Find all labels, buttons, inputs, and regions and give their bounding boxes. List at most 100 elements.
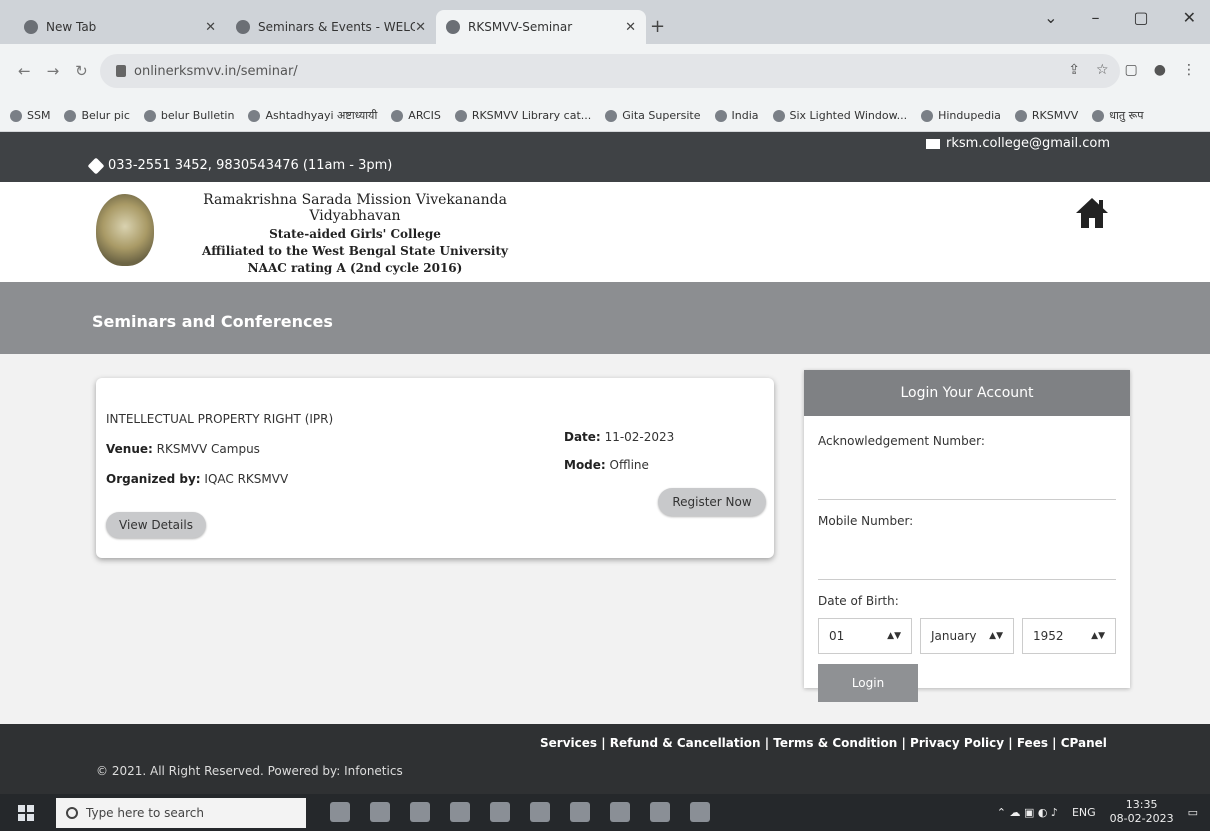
updown-caret-icon: ▲▼ — [1091, 631, 1105, 641]
main-content: INTELLECTUAL PROPERTY RIGHT (IPR) Venue:… — [0, 354, 1210, 724]
menu-kebab-icon[interactable]: ⋮ — [1182, 62, 1196, 78]
back-arrow-icon[interactable]: ← — [18, 62, 31, 80]
bookmark-favicon-icon — [454, 109, 467, 122]
college-type: State-aided Girls' College — [269, 227, 441, 241]
tab-search-chevron-icon[interactable]: ⌄ — [1044, 8, 1057, 27]
taskbar-app-icon[interactable] — [570, 802, 590, 822]
college-name-block: Ramakrishna Sarada Mission Vivekananda V… — [160, 192, 550, 275]
bookmark-item[interactable]: belur Bulletin — [143, 109, 234, 122]
login-form: Acknowledgement Number: Mobile Number: D… — [804, 416, 1130, 714]
taskbar-app-icon[interactable] — [450, 802, 470, 822]
bookmark-item[interactable]: SSM — [10, 109, 50, 122]
tab-rksmvv-seminar[interactable]: RKSMVV-Seminar ✕ — [436, 10, 646, 44]
envelope-icon — [925, 138, 940, 149]
bookmark-favicon-icon — [1014, 109, 1027, 122]
bookmark-item[interactable]: RKSMVV Library cat... — [454, 109, 591, 122]
taskbar-apps — [330, 802, 710, 822]
updown-caret-icon: ▲▼ — [887, 631, 901, 641]
updown-caret-icon: ▲▼ — [989, 631, 1003, 641]
star-icon[interactable]: ☆ — [1096, 62, 1109, 78]
browser-tab-strip: New Tab ✕ Seminars & Events - WELCOME ✕ … — [0, 0, 1210, 44]
windows-start-icon[interactable] — [18, 805, 34, 821]
bookmark-item[interactable]: India — [714, 109, 759, 122]
url-input[interactable]: onlinerksmvv.in/seminar/ — [100, 54, 1120, 88]
college-emblem-logo[interactable] — [96, 194, 154, 266]
dob-day-select[interactable]: 01 ▲▼ — [818, 618, 912, 654]
bookmark-favicon-icon — [1092, 109, 1105, 122]
new-tab-plus-icon[interactable]: + — [650, 16, 665, 37]
taskbar-app-icon[interactable] — [490, 802, 510, 822]
taskbar-app-icon[interactable] — [330, 802, 350, 822]
bookmark-item[interactable]: Six Lighted Window... — [772, 109, 907, 122]
toolbar-actions: ⇪ ☆ ▢ ● ⋮ — [1068, 62, 1196, 78]
forward-arrow-icon[interactable]: → — [47, 62, 60, 80]
ack-number-label: Acknowledgement Number: — [818, 434, 985, 448]
maximize-icon[interactable]: ▢ — [1133, 8, 1148, 27]
site-footer: Services | Refund & Cancellation | Terms… — [0, 724, 1210, 794]
sidebar-icon[interactable]: ▢ — [1125, 62, 1138, 78]
bookmark-favicon-icon — [10, 109, 22, 122]
minimize-icon[interactable]: – — [1091, 8, 1099, 27]
taskbar-app-icon[interactable] — [650, 802, 670, 822]
seminar-title: INTELLECTUAL PROPERTY RIGHT (IPR) — [106, 412, 334, 426]
dob-year-select[interactable]: 1952 ▲▼ — [1022, 618, 1116, 654]
nav-buttons: ← → ↻ — [18, 62, 88, 80]
tab-seminars-events[interactable]: Seminars & Events - WELCOME ✕ — [226, 10, 436, 44]
share-icon[interactable]: ⇪ — [1068, 62, 1080, 78]
system-tray: ⌃ ☁ ▣ ◐ ♪ ENG 13:35 08-02-2023 ▭ — [997, 798, 1198, 826]
profile-avatar-icon[interactable]: ● — [1154, 62, 1166, 78]
bookmark-item[interactable]: ARCIS — [391, 109, 441, 122]
window-controls: ⌄ – ▢ ✕ — [1044, 8, 1196, 27]
bookmark-item[interactable]: धातु रूप — [1092, 108, 1143, 123]
taskbar-app-icon[interactable] — [610, 802, 630, 822]
dob-label: Date of Birth: — [818, 594, 899, 608]
page-title: Seminars and Conferences — [92, 312, 333, 331]
seminar-card: INTELLECTUAL PROPERTY RIGHT (IPR) Venue:… — [96, 378, 774, 558]
language-indicator[interactable]: ENG — [1072, 806, 1096, 819]
os-taskbar: Type here to search ⌃ ☁ ▣ ◐ ♪ ENG 13:35 … — [0, 794, 1210, 831]
taskbar-app-icon[interactable] — [530, 802, 550, 822]
taskbar-app-icon[interactable] — [370, 802, 390, 822]
contact-bar: rksm.college@gmail.com 033-2551 3452, 98… — [0, 132, 1210, 182]
taskbar-clock[interactable]: 13:35 08-02-2023 — [1110, 798, 1174, 826]
tab-close-icon[interactable]: ✕ — [625, 20, 636, 35]
home-icon[interactable] — [1074, 196, 1110, 230]
seminar-venue: Venue: RKSMVV Campus — [106, 442, 260, 456]
bookmark-favicon-icon — [714, 109, 727, 122]
view-details-button[interactable]: View Details — [106, 512, 206, 538]
address-bar-row: ← → ↻ onlinerksmvv.in/seminar/ ⇪ ☆ ▢ ● ⋮ — [0, 44, 1210, 100]
tab-new-tab[interactable]: New Tab ✕ — [14, 10, 226, 44]
lock-icon — [116, 65, 126, 77]
bookmark-item[interactable]: Gita Supersite — [605, 109, 701, 122]
taskbar-app-icon[interactable] — [690, 802, 710, 822]
contact-phone: 033-2551 3452, 9830543476 (11am - 3pm) — [87, 157, 392, 174]
tab-close-icon[interactable]: ✕ — [415, 20, 426, 35]
tray-icons[interactable]: ⌃ ☁ ▣ ◐ ♪ — [997, 806, 1058, 819]
search-icon — [66, 807, 78, 819]
bookmark-item[interactable]: Ashtadhyayi अष्टाध्यायी — [248, 108, 377, 123]
tab-favicon-icon — [446, 20, 460, 34]
login-button[interactable]: Login — [818, 664, 918, 702]
taskbar-search-input[interactable]: Type here to search — [56, 798, 306, 828]
contact-email[interactable]: rksm.college@gmail.com — [925, 136, 1110, 151]
tab-close-icon[interactable]: ✕ — [205, 20, 216, 35]
college-naac-rating: NAAC rating A (2nd cycle 2016) — [247, 261, 463, 275]
ack-number-input[interactable] — [818, 458, 1116, 500]
tab-favicon-icon — [24, 20, 38, 34]
bookmark-favicon-icon — [248, 109, 261, 122]
notification-icon[interactable]: ▭ — [1188, 806, 1198, 819]
footer-links[interactable]: Services | Refund & Cancellation | Terms… — [540, 736, 1107, 750]
bookmark-item[interactable]: Hindupedia — [921, 109, 1001, 122]
bookmark-item[interactable]: RKSMVV — [1014, 109, 1078, 122]
login-panel: Login Your Account Acknowledgement Numbe… — [804, 370, 1130, 702]
bookmark-item[interactable]: Belur pic — [64, 109, 130, 122]
mobile-number-label: Mobile Number: — [818, 514, 914, 528]
close-window-icon[interactable]: ✕ — [1183, 8, 1196, 27]
bookmark-favicon-icon — [772, 109, 785, 122]
taskbar-app-icon[interactable] — [410, 802, 430, 822]
site-header: Ramakrishna Sarada Mission Vivekananda V… — [0, 182, 1210, 282]
mobile-number-input[interactable] — [818, 538, 1116, 580]
reload-icon[interactable]: ↻ — [75, 62, 88, 80]
dob-month-select[interactable]: January ▲▼ — [920, 618, 1014, 654]
register-now-button[interactable]: Register Now — [658, 488, 766, 516]
